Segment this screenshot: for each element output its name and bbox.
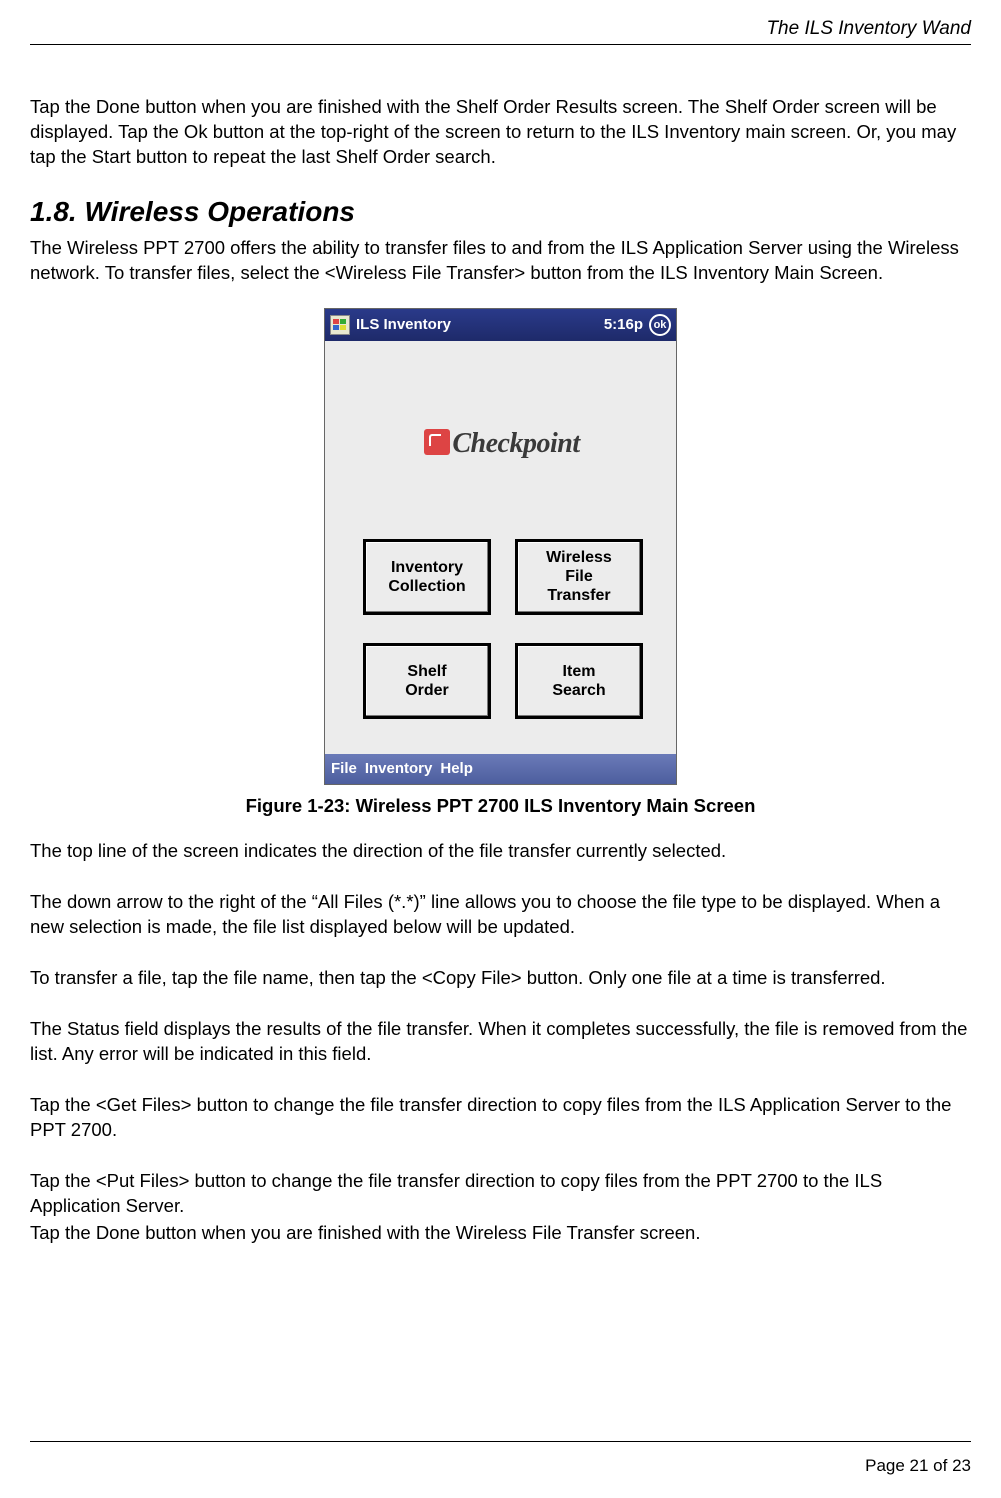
- titlebar-title: ILS Inventory: [356, 316, 604, 333]
- content-area: Checkpoint Inventory Collection Wireless…: [325, 341, 676, 754]
- menubar: File Inventory Help: [325, 754, 676, 784]
- body-p5: Tap the <Get Files> button to change the…: [30, 1093, 971, 1143]
- device-screenshot: ILS Inventory 5:16p ok Checkpoint Invent…: [324, 308, 677, 785]
- button-row-2: Shelf Order Item Search: [363, 643, 643, 719]
- header-title: The ILS Inventory Wand: [766, 18, 971, 39]
- figure-wrapper: ILS Inventory 5:16p ok Checkpoint Invent…: [30, 308, 971, 785]
- menu-file[interactable]: File: [331, 760, 357, 777]
- checkpoint-logo: Checkpoint: [373, 426, 631, 460]
- page-header: The ILS Inventory Wand: [30, 0, 971, 45]
- titlebar: ILS Inventory 5:16p ok: [325, 309, 676, 341]
- windows-flag-icon: [330, 315, 350, 335]
- logo-text: Checkpoint: [452, 428, 579, 460]
- button-row-1: Inventory Collection Wireless File Trans…: [363, 539, 643, 615]
- intro-paragraph: Tap the Done button when you are finishe…: [30, 95, 971, 170]
- body-p1: The top line of the screen indicates the…: [30, 839, 971, 864]
- page-footer: Page 21 of 23: [30, 1441, 971, 1476]
- titlebar-time: 5:16p: [604, 316, 643, 333]
- body-p4: The Status field displays the results of…: [30, 1017, 971, 1067]
- checkpoint-mark-icon: [424, 429, 450, 455]
- menu-inventory[interactable]: Inventory: [365, 760, 433, 777]
- body-p6: Tap the <Put Files> button to change the…: [30, 1169, 971, 1219]
- section-intro: The Wireless PPT 2700 offers the ability…: [30, 236, 971, 286]
- item-search-button[interactable]: Item Search: [515, 643, 643, 719]
- shelf-order-button[interactable]: Shelf Order: [363, 643, 491, 719]
- ok-button[interactable]: ok: [649, 314, 671, 336]
- inventory-collection-button[interactable]: Inventory Collection: [363, 539, 491, 615]
- page-number: Page 21 of 23: [865, 1456, 971, 1475]
- body-p3: To transfer a file, tap the file name, t…: [30, 966, 971, 991]
- menu-help[interactable]: Help: [440, 760, 473, 777]
- wireless-file-transfer-button[interactable]: Wireless File Transfer: [515, 539, 643, 615]
- body-p7: Tap the Done button when you are finishe…: [30, 1221, 971, 1246]
- figure-caption: Figure 1-23: Wireless PPT 2700 ILS Inven…: [30, 795, 971, 817]
- body-p2: The down arrow to the right of the “All …: [30, 890, 971, 940]
- section-heading: 1.8. Wireless Operations: [30, 196, 971, 228]
